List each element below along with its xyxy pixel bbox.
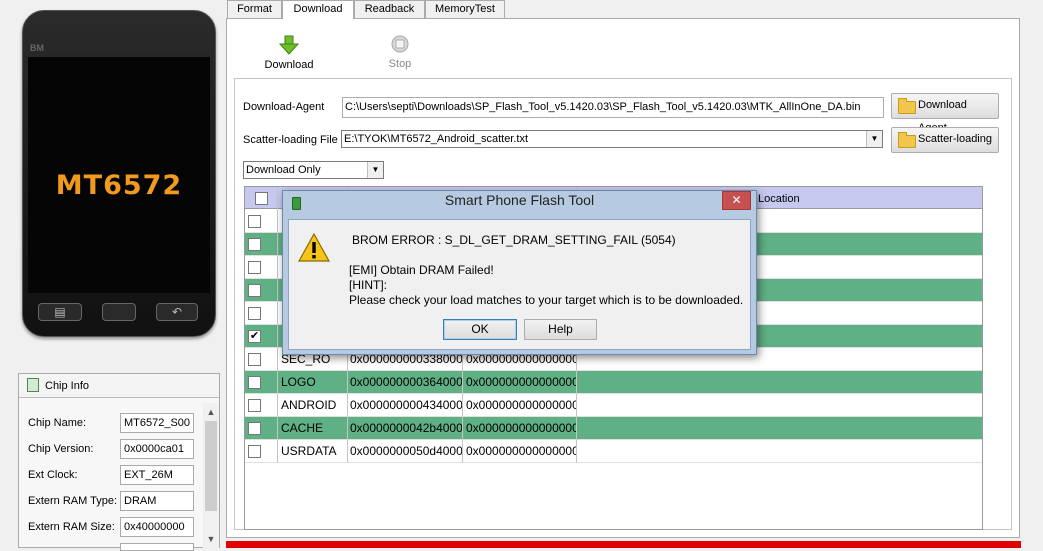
scatter-file-select[interactable]: E:\TYOK\MT6572_Android_scatter.txt ▼ [341, 130, 883, 148]
hint-label: [HINT]: [349, 278, 387, 292]
scroll-down-icon[interactable]: ▼ [203, 531, 219, 547]
chevron-down-icon: ▼ [367, 162, 383, 178]
chip-icon [27, 378, 39, 392]
scatter-file-value: E:\TYOK\MT6572_Android_scatter.txt [344, 133, 529, 145]
end-address: 0x0000000000000000 [466, 421, 576, 435]
row-checkbox[interactable] [248, 261, 261, 274]
error-detail-text: [EMI] Obtain DRAM Failed! [349, 263, 494, 277]
right-edge [1020, 0, 1043, 548]
stop-button[interactable]: Stop [378, 33, 422, 73]
phone-model-label: MT6572 [55, 170, 183, 201]
menu-key-icon: ▤ [38, 303, 82, 321]
end-address: 0x0000000000000000 [466, 375, 576, 389]
back-key-icon: ↶ [156, 303, 198, 321]
begin-address: 0x0000000004340000 [350, 398, 462, 412]
scroll-thumb[interactable] [205, 421, 217, 511]
chip-info-title: Chip Info [45, 380, 90, 392]
ram-size-label: Extern RAM Size: [28, 521, 115, 533]
phone-brand: BM [30, 43, 44, 53]
chip-version-value[interactable]: 0x0000ca01 [120, 439, 194, 459]
help-button[interactable]: Help [524, 319, 597, 340]
ram-size-value[interactable]: 0x40000000 [120, 517, 194, 537]
ram-type-value[interactable]: DRAM [120, 491, 194, 511]
column-divider [277, 187, 278, 463]
stop-button-label: Stop [388, 58, 412, 70]
close-icon[interactable]: ✕ [722, 191, 751, 210]
scatter-loading-button[interactable]: Scatter-loading [891, 127, 999, 153]
ram-type-label: Extern RAM Type: [28, 495, 118, 507]
hint-text: Please check your load matches to your t… [349, 293, 744, 307]
partition-name: ANDROID [281, 398, 337, 412]
error-code-text: BROM ERROR : S_DL_GET_DRAM_SETTING_FAIL … [352, 233, 676, 247]
folder-icon [898, 132, 916, 148]
tab-readback[interactable]: Readback [354, 0, 425, 18]
end-address: 0x0000000000000000 [466, 398, 576, 412]
chip-name-label: Chip Name: [28, 417, 87, 429]
chevron-down-icon: ▼ [866, 131, 882, 147]
chip-extra-value[interactable] [120, 543, 194, 551]
download-mode-value: Download Only [246, 164, 321, 176]
download-agent-button[interactable]: Download Agent [891, 93, 999, 134]
row-checkbox[interactable] [248, 353, 261, 366]
partition-name: LOGO [281, 375, 316, 389]
partition-name: CACHE [281, 421, 324, 435]
scatter-label: Scatter-loading File [243, 134, 338, 146]
download-mode-select[interactable]: Download Only ▼ [243, 161, 384, 179]
folder-icon [898, 98, 916, 114]
end-address: 0x0000000000000000 [466, 444, 576, 458]
begin-address: 0x0000000003640000 [350, 375, 462, 389]
tab-memorytest[interactable]: MemoryTest [425, 0, 505, 18]
download-button[interactable]: Download [258, 33, 320, 73]
ext-clock-value[interactable]: EXT_26M [120, 465, 194, 485]
download-agent-label: Download-Agent [243, 101, 325, 113]
scroll-up-icon[interactable]: ▲ [203, 404, 219, 420]
ext-clock-label: Ext Clock: [28, 469, 78, 481]
warning-icon [298, 233, 330, 262]
partition-name: USRDATA [281, 444, 337, 458]
download-button-label: Download [264, 59, 314, 71]
ok-button[interactable]: OK [443, 319, 517, 340]
chip-version-label: Chip Version: [28, 443, 94, 455]
row-checkbox[interactable] [248, 238, 261, 251]
row-checkbox[interactable] [248, 284, 261, 297]
select-all-checkbox[interactable] [255, 192, 268, 205]
home-key-icon [102, 303, 136, 321]
begin-address: 0x0000000050d40000 [350, 444, 462, 458]
dialog-title: Smart Phone Flash Tool [444, 192, 595, 208]
row-checkbox[interactable] [248, 215, 261, 228]
begin-address: 0x0000000042b40000 [350, 421, 462, 435]
stop-icon [391, 35, 409, 53]
download-agent-path[interactable]: C:\Users\septi\Downloads\SP_Flash_Tool_v… [342, 97, 884, 118]
row-checkbox[interactable] [248, 376, 261, 389]
chip-name-value[interactable]: MT6572_S00 [120, 413, 194, 433]
row-checkbox[interactable] [248, 399, 261, 412]
row-checkbox[interactable] [248, 422, 261, 435]
location-header: Location [758, 193, 800, 205]
scatter-loading-button-label: Scatter-loading [918, 133, 992, 145]
tab-format[interactable]: Format [227, 0, 282, 18]
row-checkbox[interactable] [248, 445, 261, 458]
tab-download[interactable]: Download [282, 0, 354, 19]
row-checkbox[interactable]: ✔ [248, 330, 261, 343]
download-arrow-icon [279, 35, 299, 55]
row-checkbox[interactable] [248, 307, 261, 320]
progress-status-bar [226, 541, 1021, 548]
